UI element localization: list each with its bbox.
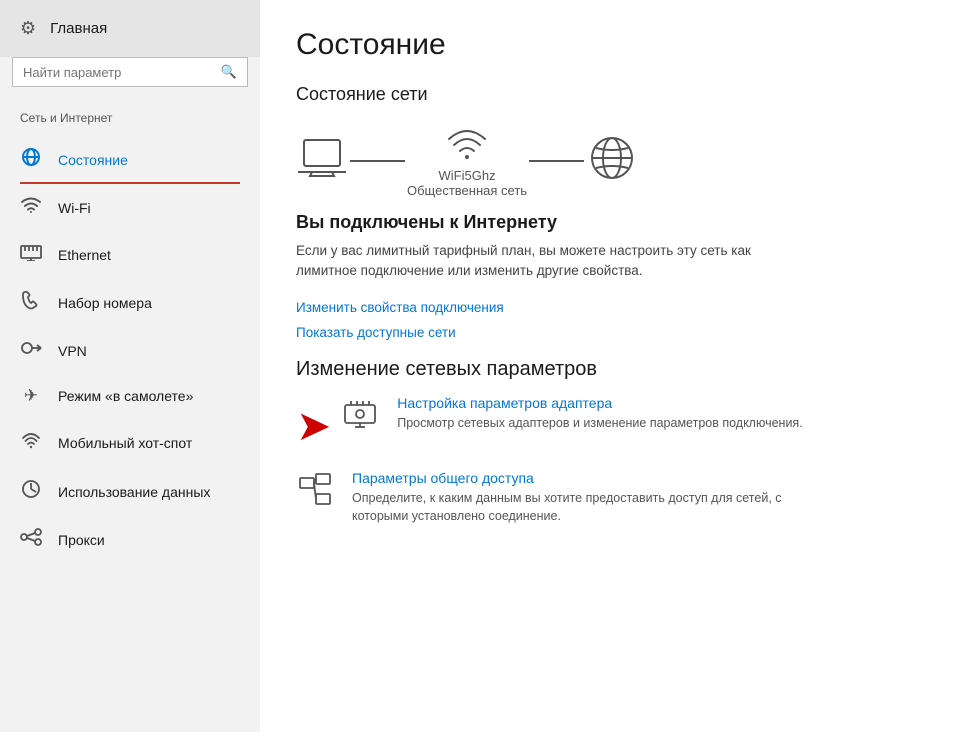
- sharing-settings-title[interactable]: Параметры общего доступа: [352, 470, 802, 486]
- sidebar-item-datausage[interactable]: Использование данных: [0, 467, 260, 516]
- page-title: Состояние: [296, 28, 939, 62]
- sidebar-item-dialup[interactable]: Набор номера: [0, 278, 260, 327]
- laptop-icon: [296, 136, 348, 185]
- red-arrow-icon: ➤: [296, 401, 331, 450]
- globe-icon: [586, 132, 638, 189]
- change-section-title: Изменение сетевых параметров: [296, 358, 939, 381]
- sidebar-item-label-dialup: Набор номера: [58, 295, 152, 311]
- main-content: Состояние Состояние сети WiFi5Gh: [260, 0, 975, 732]
- arrow-col: ➤: [296, 395, 335, 450]
- sidebar-item-hotspot[interactable]: Мобильный хот-спот: [0, 418, 260, 467]
- network-section-title: Состояние сети: [296, 84, 939, 105]
- vpn-icon: [20, 339, 42, 362]
- net-line-2: [529, 160, 584, 162]
- sidebar-item-label-proxy: Прокси: [58, 532, 105, 548]
- sidebar-item-label-ethernet: Ethernet: [58, 247, 111, 263]
- wifi-name-label: WiFi5Ghz: [438, 168, 495, 183]
- sidebar-item-wifi[interactable]: Wi-Fi: [0, 184, 260, 231]
- wifi-network-col: WiFi5Ghz Общественная сеть: [407, 123, 527, 198]
- connected-desc: Если у вас лимитный тарифный план, вы мо…: [296, 241, 796, 282]
- sidebar-home-button[interactable]: ⚙ Главная: [0, 0, 260, 57]
- network-diagram: WiFi5Ghz Общественная сеть: [296, 123, 939, 198]
- home-icon: ⚙: [20, 18, 36, 39]
- net-line-1: [350, 160, 405, 162]
- search-box: 🔍: [12, 57, 248, 87]
- sharing-icon: [296, 472, 334, 513]
- adapter-settings-item: ➤ Настройка параметров адаптера Просмотр…: [296, 395, 939, 450]
- adapter-settings-title[interactable]: Настройка параметров адаптера: [397, 395, 802, 411]
- ethernet-icon: [20, 243, 42, 266]
- sidebar-item-label-datausage: Использование данных: [58, 484, 210, 500]
- wifi-signal-icon: [445, 123, 489, 168]
- sidebar-home-label: Главная: [50, 20, 107, 37]
- link-change-properties[interactable]: Изменить свойства подключения: [296, 300, 939, 315]
- sidebar-item-airplane[interactable]: ✈ Режим «в самолете»: [0, 374, 260, 418]
- status-icon: [20, 147, 42, 172]
- adapter-settings-text: Настройка параметров адаптера Просмотр с…: [397, 395, 802, 432]
- sidebar-item-label-airplane: Режим «в самолете»: [58, 388, 193, 404]
- hotspot-icon: [20, 430, 42, 455]
- sidebar-item-label-hotspot: Мобильный хот-спот: [58, 435, 192, 451]
- datausage-icon: [20, 479, 42, 504]
- sidebar-item-vpn[interactable]: VPN: [0, 327, 260, 374]
- airplane-icon: ✈: [20, 386, 42, 406]
- dialup-icon: [20, 290, 42, 315]
- sidebar-item-ethernet[interactable]: Ethernet: [0, 231, 260, 278]
- sharing-settings-text: Параметры общего доступа Определите, к к…: [352, 470, 802, 525]
- search-icon: 🔍: [221, 64, 237, 80]
- sidebar-item-proxy[interactable]: Прокси: [0, 516, 260, 563]
- adapter-settings-content: Настройка параметров адаптера Просмотр с…: [341, 395, 802, 438]
- adapter-icon: [341, 397, 379, 438]
- sidebar: ⚙ Главная 🔍 Сеть и Интернет Состояние: [0, 0, 260, 732]
- sidebar-item-label-status: Состояние: [58, 152, 128, 168]
- adapter-settings-desc: Просмотр сетевых адаптеров и изменение п…: [397, 414, 802, 432]
- proxy-icon: [20, 528, 42, 551]
- sidebar-item-label-vpn: VPN: [58, 343, 87, 359]
- search-input[interactable]: [23, 65, 213, 80]
- wifi-icon: [20, 196, 42, 219]
- network-type-label: Общественная сеть: [407, 183, 527, 198]
- sidebar-item-status[interactable]: Состояние: [0, 135, 260, 184]
- connected-title: Вы подключены к Интернету: [296, 212, 939, 233]
- sidebar-section-label: Сеть и Интернет: [0, 103, 260, 135]
- link-show-networks[interactable]: Показать доступные сети: [296, 325, 939, 340]
- sidebar-item-label-wifi: Wi-Fi: [58, 200, 91, 216]
- sharing-settings-desc: Определите, к каким данным вы хотите пре…: [352, 489, 802, 525]
- sharing-settings-item: Параметры общего доступа Определите, к к…: [296, 470, 939, 525]
